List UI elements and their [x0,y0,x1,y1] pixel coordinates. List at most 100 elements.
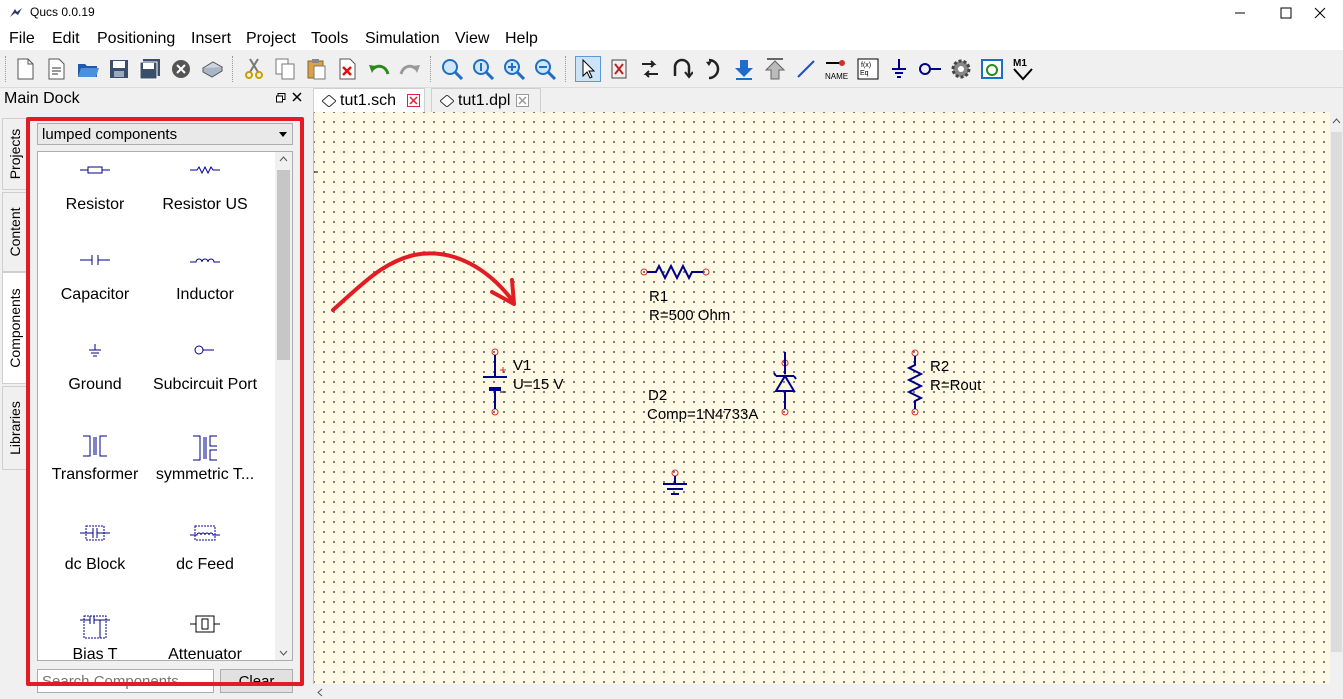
simulate-button[interactable] [948,56,974,82]
menu-insert[interactable]: Insert [191,30,231,48]
resistor-r2[interactable] [906,349,924,416]
voltage-source-v1[interactable] [483,348,507,416]
tab-components[interactable]: Components [2,272,28,384]
open-button[interactable] [75,56,101,82]
menu-view[interactable]: View [455,30,489,48]
port-icon [919,63,941,75]
scroll-up-icon[interactable] [1332,118,1341,124]
push-up-button[interactable] [762,56,788,82]
menu-simulation[interactable]: Simulation [365,30,440,48]
menu-help[interactable]: Help [505,30,538,48]
delete-button[interactable] [334,56,360,82]
minimize-button[interactable] [1217,0,1263,26]
resistor-r1[interactable] [640,263,710,281]
redo-button[interactable] [397,56,423,82]
save-icon [110,60,128,78]
mirror-x-icon [611,59,627,79]
new-text-button[interactable] [43,56,69,82]
minimize-icon [1235,12,1245,14]
view-results-icon [981,59,1003,79]
canvas-horizontal-scrollbar[interactable] [313,684,1330,699]
close-dock-icon[interactable] [292,92,302,102]
tab-components-label: Components [7,288,23,368]
simulate-icon [951,59,971,79]
wire-label-icon: NAME [825,60,848,81]
ground-symbol[interactable] [663,469,687,495]
new-text-icon [48,58,65,80]
float-dock-icon[interactable] [276,93,286,103]
tab-tut1-dpl[interactable]: tut1.dpl [431,88,541,112]
zoom-1-button[interactable] [470,56,496,82]
tab-projects[interactable]: Projects [2,118,28,190]
mirror-y-icon [642,60,658,78]
undo-button[interactable] [366,56,392,82]
schematic-canvas[interactable]: V1 U=15 V R1 R=500 Ohm D2 Comp=1N4733A R… [313,112,1330,684]
r2-name: R2 [930,358,950,375]
mirror-x-button[interactable] [606,56,632,82]
close-tab-icon[interactable] [516,94,529,107]
v1-name: V1 [513,357,532,374]
save-all-button[interactable] [137,56,163,82]
paste-button[interactable] [303,56,329,82]
exit-subcircuit-button[interactable] [731,56,757,82]
r1-name: R1 [649,288,669,305]
tab-tut1-sch[interactable]: tut1.sch [313,88,425,112]
d2-name: D2 [648,387,668,404]
redo-icon [399,64,420,75]
close-document-button[interactable] [168,56,194,82]
zoom-fit-icon [442,59,463,80]
enter-subcircuit-icon [706,58,720,80]
canvas-vertical-scrollbar[interactable] [1330,112,1343,684]
name-label: NAME [825,72,848,81]
delete-icon [339,58,356,80]
rotate-button[interactable] [669,56,695,82]
title-bar: Qucs 0.0.19 [0,0,1343,26]
cut-icon [245,58,263,79]
menu-tools[interactable]: Tools [311,30,348,48]
copy-button[interactable] [272,56,298,82]
zoom-out-button[interactable] [532,56,558,82]
menu-project[interactable]: Project [246,30,296,48]
select-button[interactable] [575,56,601,82]
rotate-icon [673,58,693,79]
marker-icon: M1 [1013,58,1033,81]
ground-button[interactable] [886,56,912,82]
scrollbar-thumb[interactable] [1331,132,1342,652]
save-button[interactable] [106,56,132,82]
tab-libraries-label: Libraries [7,401,23,455]
menu-file[interactable]: File [9,30,35,48]
wire-label-button[interactable]: NAME [824,56,850,82]
toolbar-grip [5,56,9,82]
open-icon [78,64,99,77]
zoom-in-button[interactable] [501,56,527,82]
tab-content[interactable]: Content [2,192,28,272]
cut-button[interactable] [241,56,267,82]
zoom-out-icon [535,59,556,80]
new-file-button[interactable] [12,56,38,82]
tab-label: tut1.sch [340,92,397,109]
equation-button[interactable]: f(x) Eq [855,56,881,82]
wire-button[interactable] [793,56,819,82]
mirror-y-button[interactable] [637,56,663,82]
marker-label: M1 [1013,58,1027,69]
zener-diode-d2[interactable] [773,352,797,416]
print-button[interactable] [199,56,225,82]
marker-button[interactable]: M1 [1010,56,1036,82]
maximize-icon [1280,7,1292,19]
enter-subcircuit-button[interactable] [700,56,726,82]
tab-libraries[interactable]: Libraries [2,386,28,470]
svg-text:Eq: Eq [860,70,869,77]
menu-edit[interactable]: Edit [52,30,80,48]
close-window-button[interactable] [1297,0,1343,26]
view-results-button[interactable] [979,56,1005,82]
ground-icon [892,59,906,78]
svg-text:f(x): f(x) [861,62,871,69]
scroll-left-icon[interactable] [317,688,323,697]
push-down-icon [735,60,753,80]
close-document-icon [172,60,190,78]
menu-positioning[interactable]: Positioning [97,30,175,48]
port-button[interactable] [917,56,943,82]
zoom-fit-button[interactable] [439,56,465,82]
close-tab-icon[interactable] [407,94,420,107]
toolbar: NAME f(x) Eq M1 [0,50,1343,88]
